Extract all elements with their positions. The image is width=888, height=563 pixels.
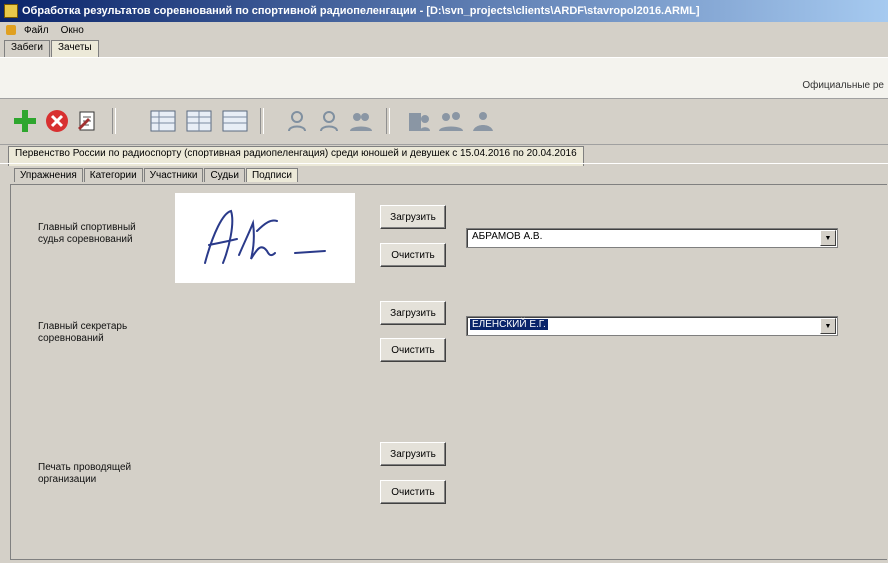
stamp-label: Печать проводящей организации (38, 462, 132, 485)
table-print-icon[interactable] (220, 106, 250, 136)
tab-divider (0, 163, 888, 164)
team-results-icon[interactable] (468, 106, 498, 136)
chief-judge-value: АБРАМОВ А.В. (472, 231, 543, 242)
chevron-down-icon[interactable]: ▼ (820, 318, 836, 334)
chief-secretary-select[interactable]: ЕЛЕНСКИЙ Е.Г. ▼ (466, 316, 838, 336)
group-icon[interactable] (346, 106, 376, 136)
table-view-icon[interactable] (184, 106, 214, 136)
toolbar-separator (112, 108, 116, 134)
toolbar-separator (386, 108, 390, 134)
upload-button[interactable]: Загрузить (380, 442, 446, 466)
menu-bar: Файл Окно (0, 22, 888, 38)
clear-button[interactable]: Очистить (380, 338, 446, 362)
toolbar-separator (260, 108, 264, 134)
chief-secretary-label: Главный секретарь соревнований (38, 321, 128, 344)
official-results-label: Официальные ре (802, 80, 884, 91)
sub-tabs: Упражнения Категории Участники Судьи Под… (14, 168, 299, 182)
upload-button[interactable]: Загрузить (380, 301, 446, 325)
team-building-icon[interactable] (404, 106, 434, 136)
chief-judge-select[interactable]: АБРАМОВ А.В. ▼ (466, 228, 838, 248)
tab-races[interactable]: Забеги (4, 40, 51, 57)
chief-judge-label: Главный спортивный судья соревнований (38, 222, 136, 245)
chevron-down-icon[interactable]: ▼ (820, 230, 836, 246)
menu-file[interactable]: Файл (18, 25, 55, 36)
person-remove-icon[interactable] (314, 106, 344, 136)
signature-image (175, 193, 355, 283)
add-icon[interactable] (10, 106, 40, 136)
tab-standings[interactable]: Зачеты (51, 40, 99, 57)
clear-button[interactable]: Очистить (380, 480, 446, 504)
tab-judges[interactable]: Судьи (204, 168, 245, 182)
chief-secretary-value: ЕЛЕНСКИЙ Е.Г. (470, 319, 548, 330)
tab-categories[interactable]: Категории (83, 168, 143, 182)
info-bar: Официальные ре (0, 57, 888, 99)
app-icon (4, 4, 18, 18)
person-add-icon[interactable] (282, 106, 312, 136)
tab-participants[interactable]: Участники (143, 168, 204, 182)
team-icon[interactable] (436, 106, 466, 136)
upload-button[interactable]: Загрузить (380, 205, 446, 229)
title-bar: Обработка результатов соревнований по сп… (0, 0, 888, 22)
menu-app-icon (6, 25, 16, 35)
clear-button[interactable]: Очистить (380, 243, 446, 267)
table-add-icon[interactable] (148, 106, 178, 136)
tab-signatures[interactable]: Подписи (245, 168, 298, 182)
window-title: Обработка результатов соревнований по сп… (22, 5, 700, 17)
top-tabs: Забеги Зачеты (4, 40, 100, 57)
toolbar (0, 98, 888, 145)
delete-icon[interactable] (42, 106, 72, 136)
edit-document-icon[interactable] (72, 106, 102, 136)
menu-window[interactable]: Окно (55, 25, 90, 36)
tab-exercises[interactable]: Упражнения (14, 168, 83, 182)
